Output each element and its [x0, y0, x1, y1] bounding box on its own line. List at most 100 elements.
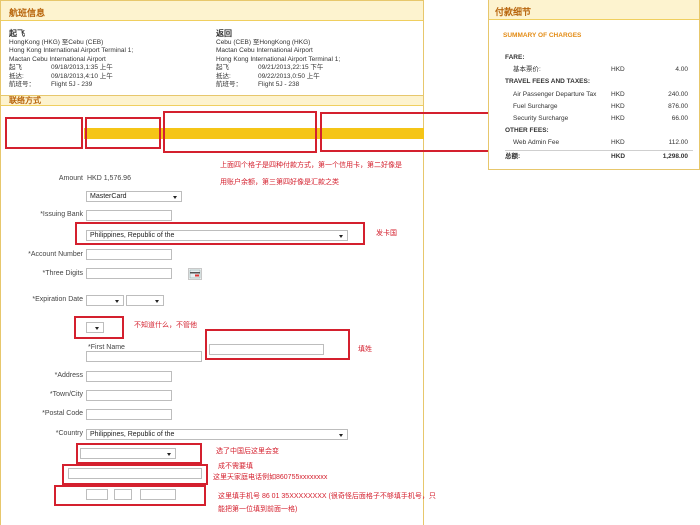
country-select[interactable]: Philippines, Republic of the [86, 429, 348, 440]
total-currency: HKD [611, 152, 626, 160]
charges-panel: 付款细节 SUMMARY OF CHARGES FARE: 基本票价: HKD … [488, 0, 700, 170]
tabs-annotation-line2: 用账户余额，第三第四好像是汇款之类 [220, 179, 339, 186]
mobile-annotation-line1: 这里填手机号 86 01 35XXXXXXXX (很奇怪后面格子不够填手机号，只 [218, 493, 436, 500]
charge-row-security-surcharge: Security Surcharge HKD 66.00 [505, 113, 693, 125]
charge-label: 基本票价: [513, 66, 541, 74]
amount-label: Amount [58, 175, 83, 182]
expiration-date-label: *Expiration Date [32, 296, 83, 303]
charges-total-row: 总额: HKD 1,298.00 [505, 149, 693, 163]
tabs-annotation-line1: 上面四个格子是四种付款方式，第一个信用卡，第二好像是 [220, 162, 402, 169]
expiration-month-select[interactable] [86, 295, 124, 306]
postal-code-input[interactable] [86, 409, 172, 420]
charge-amount: 112.00 [668, 139, 688, 147]
return-arrive-value: 09/22/2013,0:50 上午 [258, 72, 320, 80]
account-number-input[interactable] [86, 249, 172, 260]
expiration-year-select[interactable] [126, 295, 164, 306]
return-depart-value: 09/21/2013,22:15 下午 [258, 64, 324, 72]
three-digits-input[interactable] [86, 268, 172, 279]
charge-currency: HKD [611, 102, 625, 110]
charge-row-departure-tax: Air Passenger Departure Tax HKD 240.00 [505, 89, 693, 101]
three-digits-label: *Three Digits [42, 270, 83, 277]
charge-amount: 4.00 [675, 66, 688, 74]
other-fees-category: OTHER FEES: [505, 127, 549, 135]
first-name-input[interactable] [86, 351, 202, 362]
charge-label: Fuel Surcharge [513, 102, 558, 110]
town-city-label: *Town/City [49, 391, 83, 398]
province-annotation: 选了中国后这里会变 [216, 448, 279, 455]
charge-currency: HKD [611, 90, 625, 98]
mobile-annotation-line2: 能把第一位填到前面一格) [218, 506, 298, 513]
charge-currency: HKD [611, 66, 625, 74]
issuing-bank-input[interactable] [86, 210, 172, 221]
return-arrive-label: 抵达: [216, 72, 231, 80]
annotation-box-tab-2 [85, 117, 161, 149]
charge-label: Security Surcharge [513, 115, 569, 123]
annotation-box-tab-3 [163, 111, 317, 153]
security-code-help-icon[interactable] [188, 268, 202, 280]
return-flight: 返回 Cebu (CEB) 至HongKong (HKG) Mactan Ceb… [216, 29, 416, 89]
taxes-category: TRAVEL FEES AND TAXES: [505, 78, 590, 86]
outbound-depart-value: 09/18/2013,1:35 上午 [51, 64, 113, 72]
annotation-box-province [76, 443, 202, 464]
address-input[interactable] [86, 371, 172, 382]
outbound-flight-label: 航班号： [9, 81, 35, 89]
charge-amount: 876.00 [668, 102, 688, 110]
issuing-bank-label: *Issuing Bank [40, 211, 83, 218]
outbound-flight: 起飞 HongKong (HKG) 至Cebu (CEB) Hong Kong … [9, 29, 199, 89]
country-value: Philippines, Republic of the [90, 431, 175, 438]
fare-category: FARE: [505, 54, 525, 61]
return-from-airport: Mactan Cebu International Airport [216, 47, 313, 55]
chevron-down-icon [173, 196, 177, 199]
home-phone-annotation: 这里天家庭电话例如860755xxxxxxxx [213, 474, 328, 481]
tabs-annotation: 上面四个格子是四种付款方式，第一个信用卡，第二好像是 用账户余额，第三第四好像是… [220, 157, 435, 191]
charge-amount: 66.00 [671, 115, 688, 123]
charges-panel-title: 付款细节 [489, 0, 699, 20]
annotation-box-surname [205, 329, 350, 360]
return-heading: 返回 [216, 29, 232, 38]
unknown-field-annotation: 不知道什么，不管他 [134, 322, 197, 329]
charge-label: Web Admin Fee [513, 139, 560, 147]
town-city-input[interactable] [86, 390, 172, 401]
outbound-arrive-value: 09/18/2013,4:10 上午 [51, 72, 113, 80]
return-flight-label: 航班号： [216, 81, 242, 89]
flight-info-panel: 航班信息 起飞 HongKong (HKG) 至Cebu (CEB) Hong … [0, 0, 424, 96]
outbound-arrive-label: 抵达: [9, 72, 24, 80]
charge-currency: HKD [611, 115, 625, 123]
return-to-airport: Hong Kong International Airport Terminal… [216, 55, 341, 63]
charge-row-base-fare: 基本票价: HKD 4.00 [505, 64, 693, 76]
first-name-label: *First Name [88, 344, 125, 351]
address-label: *Address [54, 372, 83, 379]
flight-info-title: 航班信息 [1, 1, 423, 21]
surname-annotation: 填姓 [358, 346, 372, 353]
card-type-select[interactable]: MasterCard [86, 191, 182, 202]
postal-code-label: *Postal Code [42, 410, 83, 417]
mobile-annotation: 这里填手机号 86 01 35XXXXXXXX (很奇怪后面格子不够填手机号，只… [218, 490, 494, 516]
outbound-to-airport: Mactan Cebu International Airport [9, 55, 106, 63]
payment-panel-title: 联络方式 [1, 96, 423, 106]
charges-list: FARE: 基本票价: HKD 4.00 TRAVEL FEES AND TAX… [505, 52, 693, 163]
amount-value: HKD 1,576.96 [87, 175, 131, 182]
total-label: 总额: [505, 152, 521, 160]
outbound-heading: 起飞 [9, 29, 25, 38]
annotation-box-issuer-country [75, 222, 365, 245]
card-back-icon [189, 269, 201, 279]
account-number-label: *Account Number [28, 251, 83, 258]
annotation-box-mobile [54, 485, 206, 506]
outbound-depart-label: 起飞 [9, 64, 22, 72]
charge-row-web-admin-fee: Web Admin Fee HKD 112.00 [505, 137, 693, 149]
charge-currency: HKD [611, 139, 625, 147]
total-amount: 1,298.00 [662, 152, 688, 160]
issuer-country-annotation: 发卡国 [376, 230, 397, 237]
charge-row-fuel-surcharge: Fuel Surcharge HKD 876.00 [505, 101, 693, 113]
charge-label: Air Passenger Departure Tax [513, 90, 597, 98]
charge-amount: 240.00 [668, 90, 688, 98]
card-type-value: MasterCard [90, 193, 127, 200]
return-route: Cebu (CEB) 至HongKong (HKG) [216, 39, 311, 46]
summary-of-charges-heading: SUMMARY OF CHARGES [503, 32, 582, 39]
chevron-down-icon [115, 300, 119, 303]
annotation-box-unknown [74, 316, 124, 339]
chevron-down-icon [155, 300, 159, 303]
return-flight-value: Flight 5J - 238 [258, 81, 300, 89]
outbound-from-airport: Hong Kong International Airport Terminal… [9, 47, 134, 55]
outbound-flight-value: Flight 5J - 239 [51, 81, 93, 89]
